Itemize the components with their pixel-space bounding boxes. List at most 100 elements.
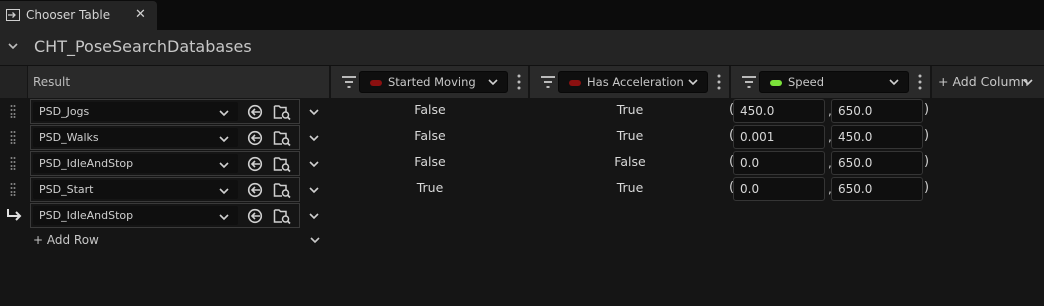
browse-to-asset-icon[interactable]	[273, 181, 291, 199]
speed-max-field[interactable]: 650.0	[831, 151, 923, 175]
column-type-combo[interactable]: Speed	[759, 71, 909, 93]
started-moving-value[interactable]: False	[409, 102, 451, 117]
browse-to-asset-icon[interactable]	[273, 129, 291, 147]
chooser-table-icon	[6, 9, 20, 21]
fallback-arrow-icon	[7, 209, 22, 221]
started-moving-value[interactable]: False	[409, 154, 451, 169]
browse-to-asset-icon[interactable]	[273, 155, 291, 173]
speed-min-value: 0.0	[740, 156, 760, 170]
column-options-icon[interactable]	[517, 74, 521, 90]
result-cell: PSD_Start	[30, 177, 300, 202]
chevron-down-icon	[218, 133, 230, 148]
chevron-down-icon	[218, 211, 230, 226]
chevron-down-icon	[488, 79, 498, 86]
table-row[interactable]: PSD_Start True True(0.0, 650.0)	[0, 176, 1044, 202]
chevron-down-icon[interactable]	[6, 39, 20, 53]
speed-max-field[interactable]: 450.0	[831, 125, 923, 149]
chevron-down-icon	[1023, 79, 1033, 86]
speed-min-field[interactable]: 0.0	[733, 177, 825, 201]
drag-handle-icon[interactable]	[10, 156, 16, 170]
result-cell: PSD_IdleAndStop	[30, 151, 300, 176]
chevron-down-icon	[889, 79, 899, 86]
result-asset-picker[interactable]: PSD_IdleAndStop	[33, 154, 238, 173]
result-asset-name: PSD_IdleAndStop	[39, 157, 134, 170]
result-cell: PSD_Walks	[30, 125, 300, 150]
add-row-button[interactable]: + Add Row	[33, 233, 99, 247]
speed-min-value: 0.0	[740, 182, 760, 196]
use-selected-icon[interactable]	[247, 182, 263, 198]
float-type-swatch	[770, 80, 782, 86]
speed-max-value: 650.0	[838, 104, 873, 118]
chevron-down-icon[interactable]	[308, 106, 320, 121]
result-asset-name: PSD_Walks	[39, 131, 99, 144]
table-row[interactable]: PSD_IdleAndStop False False(0.0, 650.0)	[0, 150, 1044, 176]
started-moving-value[interactable]: False	[409, 128, 451, 143]
has-acceleration-value[interactable]: False	[609, 154, 651, 169]
bool-type-swatch	[569, 80, 581, 86]
column-options-icon[interactable]	[918, 74, 922, 90]
speed-min-field[interactable]: 0.0	[733, 151, 825, 175]
result-asset-picker[interactable]: PSD_Jogs	[33, 102, 238, 121]
drag-handle-icon[interactable]	[10, 104, 16, 118]
column-started-moving[interactable]: Started Moving	[329, 66, 528, 98]
chevron-down-icon	[218, 159, 230, 174]
speed-min-value: 0.001	[740, 130, 775, 144]
tab-chooser-table[interactable]: Chooser Table ✕	[0, 1, 157, 30]
result-asset-name: PSD_IdleAndStop	[39, 209, 134, 222]
speed-max-field[interactable]: 650.0	[831, 177, 923, 201]
chevron-down-icon	[218, 107, 230, 122]
table-row[interactable]: PSD_Jogs False True(450.0, 650.0)	[0, 98, 1044, 124]
column-options-icon[interactable]	[717, 74, 721, 90]
chevron-down-icon	[218, 185, 230, 200]
table-row[interactable]: PSD_Walks False True(0.001, 450.0)	[0, 124, 1044, 150]
tab-bar: Chooser Table ✕	[0, 0, 1044, 30]
has-acceleration-value[interactable]: True	[609, 180, 651, 195]
chevron-down-icon	[688, 79, 698, 86]
result-asset-picker[interactable]: PSD_IdleAndStop	[33, 206, 238, 225]
filter-icon[interactable]	[540, 75, 556, 89]
fallback-row[interactable]: PSD_IdleAndStop	[0, 202, 1044, 228]
drag-handle-icon[interactable]	[10, 130, 16, 144]
column-label: Speed	[788, 75, 825, 89]
close-icon[interactable]: ✕	[135, 7, 146, 22]
result-asset-picker[interactable]: PSD_Walks	[33, 128, 238, 147]
table-header: Result Started Moving Has Acceleration S…	[0, 65, 1044, 98]
speed-max-field[interactable]: 650.0	[831, 99, 923, 123]
filter-icon[interactable]	[741, 75, 757, 89]
column-has-acceleration[interactable]: Has Acceleration	[528, 66, 729, 98]
chevron-down-icon[interactable]	[308, 184, 320, 199]
result-column-label: Result	[33, 75, 71, 89]
chevron-down-icon[interactable]	[308, 158, 320, 173]
result-asset-picker[interactable]: PSD_Start	[33, 180, 238, 199]
drag-handle-icon[interactable]	[10, 182, 16, 196]
chevron-down-icon[interactable]	[308, 210, 320, 225]
use-selected-icon[interactable]	[247, 156, 263, 172]
column-speed[interactable]: Speed	[729, 66, 930, 98]
row-handle-column	[0, 66, 28, 98]
chevron-down-icon[interactable]	[308, 132, 320, 147]
has-acceleration-value[interactable]: True	[609, 128, 651, 143]
use-selected-icon[interactable]	[247, 208, 263, 224]
result-cell: PSD_Jogs	[30, 99, 300, 124]
result-asset-name: PSD_Start	[39, 183, 94, 196]
column-type-combo[interactable]: Started Moving	[359, 71, 508, 93]
range-close-paren: )	[924, 102, 930, 117]
chevron-down-icon[interactable]	[309, 236, 321, 246]
filter-icon[interactable]	[341, 75, 357, 89]
speed-min-value: 450.0	[740, 104, 775, 118]
column-type-combo[interactable]: Has Acceleration	[558, 71, 708, 93]
add-column-button[interactable]: + Add Column	[930, 66, 1044, 98]
browse-to-asset-icon[interactable]	[273, 207, 291, 225]
started-moving-value[interactable]: True	[409, 180, 451, 195]
speed-min-field[interactable]: 0.001	[733, 125, 825, 149]
column-label: Has Acceleration	[587, 75, 684, 89]
speed-max-value: 450.0	[838, 130, 873, 144]
has-acceleration-value[interactable]: True	[609, 102, 651, 117]
speed-min-field[interactable]: 450.0	[733, 99, 825, 123]
use-selected-icon[interactable]	[247, 104, 263, 120]
asset-title-bar: CHT_PoseSearchDatabases	[0, 30, 1044, 65]
range-close-paren: )	[924, 180, 930, 195]
browse-to-asset-icon[interactable]	[273, 103, 291, 121]
use-selected-icon[interactable]	[247, 130, 263, 146]
asset-name: CHT_PoseSearchDatabases	[34, 37, 252, 56]
